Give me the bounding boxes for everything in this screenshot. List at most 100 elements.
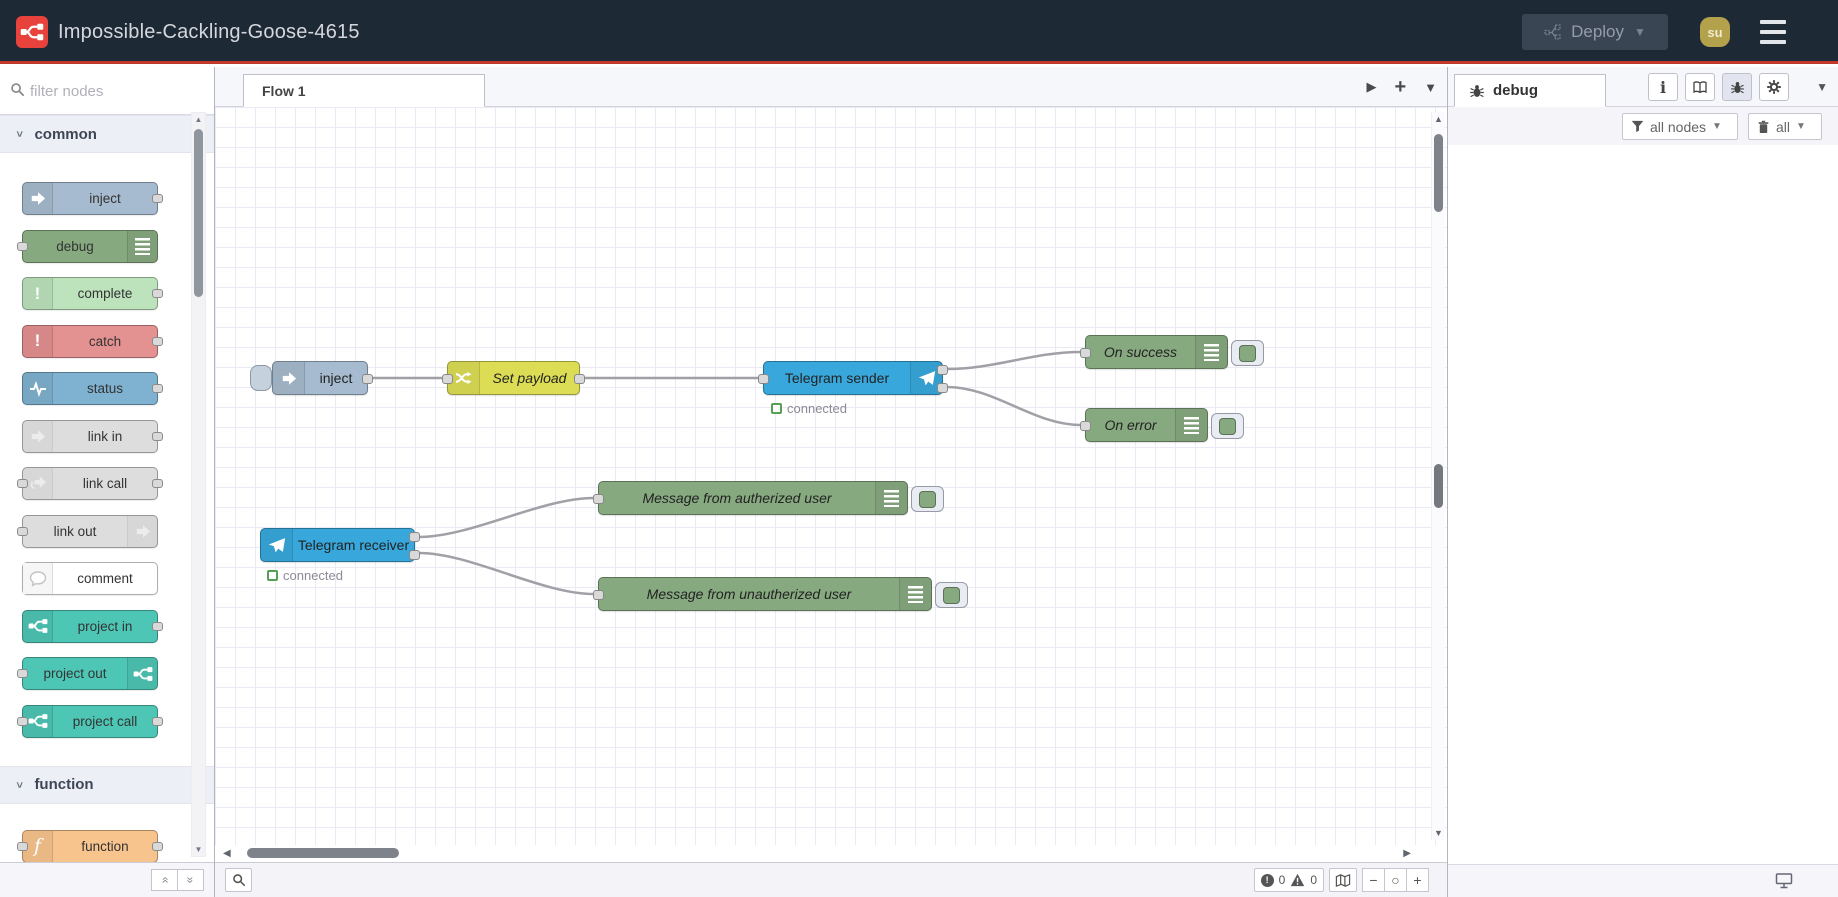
node-inject[interactable]: inject — [250, 361, 373, 395]
sidebar-options-caret-icon[interactable]: ▼ — [1816, 80, 1828, 94]
palette-scrollbar[interactable]: ▲ ▼ — [191, 112, 206, 857]
wire[interactable] — [418, 551, 595, 596]
input-port[interactable] — [593, 590, 604, 600]
node-on-success[interactable]: On success — [1080, 335, 1264, 369]
palette-node-project-out[interactable]: project out — [17, 657, 158, 690]
scroll-down-icon[interactable]: ▼ — [192, 845, 205, 854]
palette-node-catch[interactable]: ! catch — [22, 324, 163, 358]
collapse-all-button[interactable]: » — [151, 869, 178, 891]
debug-clear-button[interactable]: all ▼ — [1748, 113, 1822, 140]
output-port — [152, 336, 163, 346]
scrollbar-thumb[interactable] — [1434, 464, 1443, 508]
zoom-out-button[interactable]: − — [1362, 868, 1385, 892]
canvas-vertical-scrollbar[interactable]: ▲ ▼ — [1431, 112, 1445, 840]
palette-node-project-in[interactable]: project in — [22, 609, 163, 643]
node-message-unauthorized[interactable]: Message from unautherized user — [593, 577, 968, 611]
tab-debug[interactable]: debug — [1454, 74, 1606, 107]
palette-node-inject[interactable]: inject — [22, 182, 163, 215]
inject-arrow-icon — [23, 183, 53, 214]
palette-node-function[interactable]: f function — [17, 829, 163, 862]
add-flow-button[interactable]: + — [1394, 76, 1406, 99]
open-debug-window-button[interactable] — [1775, 872, 1793, 894]
palette-footer: » » — [0, 862, 214, 897]
expand-all-button[interactable]: » — [177, 869, 204, 891]
palette-node-project-call[interactable]: project call — [17, 704, 163, 738]
node-on-error[interactable]: On error — [1080, 408, 1244, 442]
palette-node-complete[interactable]: ! complete — [22, 277, 163, 310]
sidebar-footer — [1448, 864, 1838, 897]
zoom-controls: − ○ + — [1362, 868, 1429, 892]
input-port[interactable] — [442, 374, 453, 384]
debug-toggle-button[interactable] — [1211, 413, 1244, 439]
palette-node-link-in[interactable]: link in — [22, 419, 163, 453]
node-set-payload[interactable]: Set payload — [442, 361, 585, 395]
notification-counts: ! 0 0 — [1253, 868, 1324, 892]
flow-list-caret-icon[interactable]: ▼ — [1424, 80, 1437, 95]
canvas-search-button[interactable] — [225, 868, 252, 892]
palette-category-function[interactable]: > function — [0, 765, 214, 804]
user-avatar[interactable]: su — [1700, 17, 1730, 47]
output-port-authorized[interactable] — [409, 532, 420, 542]
inject-trigger-button[interactable] — [250, 365, 272, 391]
help-tab-button[interactable] — [1685, 73, 1715, 101]
canvas-footer: ! 0 0 − ○ + — [215, 862, 1447, 897]
warning-count: 0 — [1310, 873, 1317, 887]
toggle-navigator-button[interactable] — [1329, 868, 1357, 892]
scroll-up-icon[interactable]: ▲ — [192, 115, 205, 124]
input-port[interactable] — [758, 374, 769, 384]
debug-filter-button[interactable]: all nodes ▼ — [1622, 113, 1738, 140]
deploy-options-caret-icon[interactable]: ▼ — [1634, 25, 1646, 39]
deploy-button[interactable]: Deploy ▼ — [1522, 14, 1668, 50]
tab-flow-1[interactable]: Flow 1 — [243, 74, 485, 107]
palette-node-link-out[interactable]: link out — [17, 514, 158, 548]
palette-node-debug[interactable]: debug — [17, 229, 158, 263]
filter-nodes-input[interactable] — [30, 77, 180, 105]
bug-icon — [1470, 84, 1484, 97]
debug-toggle-button[interactable] — [1231, 340, 1264, 366]
project-icon — [23, 610, 53, 642]
debug-toggle-button[interactable] — [911, 486, 944, 512]
wire[interactable] — [946, 350, 1082, 371]
debug-tab-button[interactable] — [1722, 73, 1752, 101]
output-port-unauthorized[interactable] — [409, 550, 420, 560]
tab-scroll-right-icon[interactable]: ▶ — [1366, 79, 1376, 95]
input-port — [17, 479, 28, 488]
output-port-error[interactable] — [937, 383, 948, 393]
info-tab-button[interactable]: i — [1648, 73, 1678, 101]
wire[interactable] — [418, 496, 595, 539]
zoom-reset-button[interactable]: ○ — [1384, 868, 1407, 892]
output-port[interactable] — [574, 374, 585, 384]
scrollbar-thumb[interactable] — [247, 848, 399, 858]
scroll-right-icon[interactable]: ▶ — [1403, 848, 1411, 859]
output-port-success[interactable] — [937, 365, 948, 375]
palette-node-status[interactable]: status — [22, 372, 163, 405]
main-menu-button[interactable] — [1760, 20, 1786, 44]
node-telegram-receiver[interactable]: Telegram receiver — [260, 528, 420, 562]
scroll-left-icon[interactable]: ◀ — [223, 848, 231, 859]
node-message-authorized[interactable]: Message from autherized user — [593, 481, 944, 515]
search-icon — [232, 874, 245, 887]
output-port — [152, 479, 163, 488]
input-port[interactable] — [1080, 421, 1091, 431]
output-port[interactable] — [362, 374, 373, 384]
canvas-horizontal-scrollbar[interactable]: ◀ ▶ — [215, 845, 1447, 862]
project-icon — [127, 658, 157, 689]
scroll-up-icon[interactable]: ▲ — [1432, 114, 1445, 124]
node-telegram-sender[interactable]: Telegram sender — [758, 361, 948, 395]
chevron-down-icon: > — [13, 781, 26, 788]
link-icon — [127, 515, 157, 547]
flow-canvas[interactable]: inject Set payload Telegram sender conne… — [215, 107, 1447, 845]
debug-toggle-button[interactable] — [935, 582, 968, 608]
palette-node-comment[interactable]: comment — [22, 562, 158, 595]
palette-scrollbar-thumb[interactable] — [194, 129, 203, 297]
wire[interactable] — [946, 385, 1082, 427]
config-tab-button[interactable] — [1759, 73, 1789, 101]
palette-category-common[interactable]: > common — [0, 115, 214, 153]
scroll-down-icon[interactable]: ▼ — [1432, 828, 1445, 838]
scrollbar-thumb[interactable] — [1434, 134, 1443, 212]
input-port[interactable] — [593, 494, 604, 504]
input-port[interactable] — [1080, 348, 1091, 358]
zoom-in-button[interactable]: + — [1406, 868, 1429, 892]
monitor-icon — [1775, 873, 1793, 889]
palette-node-link-call[interactable]: link call — [17, 467, 163, 500]
